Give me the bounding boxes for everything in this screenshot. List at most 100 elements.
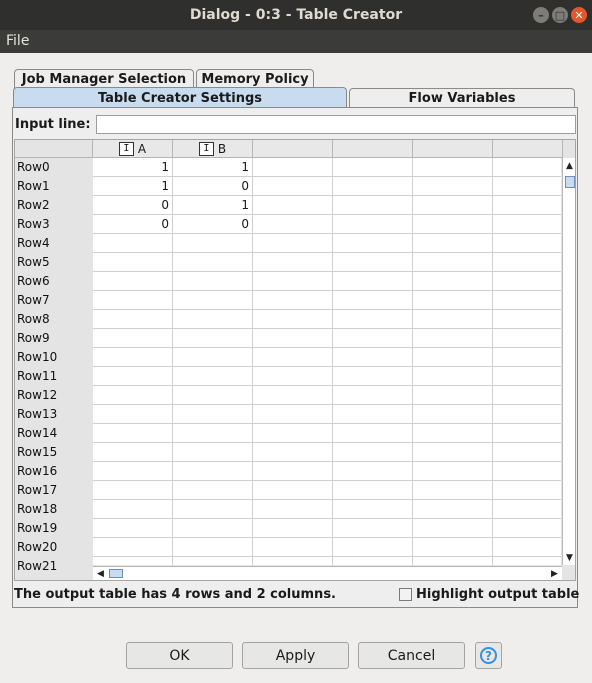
table-cell[interactable]	[413, 329, 493, 348]
row-header[interactable]: Row13	[15, 405, 93, 424]
table-cell[interactable]	[333, 291, 413, 310]
table-cell[interactable]	[93, 443, 173, 462]
table-cell[interactable]	[413, 557, 493, 565]
table-cell[interactable]	[173, 557, 253, 565]
table-cell[interactable]	[253, 196, 333, 215]
table-cell[interactable]	[93, 253, 173, 272]
table-cell[interactable]	[413, 424, 493, 443]
table-cell[interactable]	[333, 538, 413, 557]
table-cell[interactable]	[493, 253, 561, 272]
table-cell[interactable]	[93, 405, 173, 424]
table-cell[interactable]	[493, 215, 561, 234]
table-cell[interactable]	[413, 386, 493, 405]
table-cell[interactable]	[493, 462, 561, 481]
table-cell[interactable]	[413, 291, 493, 310]
table-cell[interactable]	[413, 367, 493, 386]
row-header[interactable]: Row16	[15, 462, 93, 481]
row-header[interactable]: Row12	[15, 386, 93, 405]
table-cell[interactable]	[413, 253, 493, 272]
table-cell[interactable]	[333, 424, 413, 443]
table-cell[interactable]	[413, 500, 493, 519]
table-cell[interactable]	[493, 557, 561, 565]
row-header[interactable]: Row19	[15, 519, 93, 538]
table-cell[interactable]	[93, 481, 173, 500]
table-cell[interactable]	[173, 462, 253, 481]
table-cell[interactable]	[93, 329, 173, 348]
column-header-empty[interactable]	[493, 140, 563, 158]
row-header[interactable]: Row20	[15, 538, 93, 557]
table-cell[interactable]	[493, 405, 561, 424]
table-cell[interactable]	[93, 291, 173, 310]
table-cell[interactable]	[93, 424, 173, 443]
table-cell[interactable]	[173, 481, 253, 500]
highlight-checkbox[interactable]	[399, 588, 412, 601]
table-cell[interactable]	[413, 310, 493, 329]
input-line-field[interactable]	[96, 115, 576, 134]
table-cell[interactable]	[93, 462, 173, 481]
table-cell[interactable]	[173, 272, 253, 291]
table-cell[interactable]	[253, 253, 333, 272]
table-cell[interactable]	[253, 272, 333, 291]
table-cell[interactable]	[173, 386, 253, 405]
column-header-empty[interactable]	[253, 140, 333, 158]
table-cell[interactable]: 0	[93, 196, 173, 215]
help-button[interactable]: ?	[475, 642, 502, 669]
table-cell[interactable]	[253, 367, 333, 386]
table-cell[interactable]	[413, 272, 493, 291]
table-cell[interactable]	[493, 177, 561, 196]
table-cell[interactable]	[93, 500, 173, 519]
table-cell[interactable]: 0	[93, 215, 173, 234]
table-cell[interactable]	[333, 500, 413, 519]
tab-flow-variables[interactable]: Flow Variables	[349, 88, 575, 108]
table-cell[interactable]	[413, 481, 493, 500]
table-cell[interactable]	[173, 538, 253, 557]
cancel-button[interactable]: Cancel	[358, 642, 465, 669]
table-cell[interactable]	[173, 367, 253, 386]
menu-file[interactable]: File	[6, 33, 29, 49]
row-header[interactable]: Row17	[15, 481, 93, 500]
table-cell[interactable]	[173, 291, 253, 310]
table-cell[interactable]	[173, 424, 253, 443]
table-cell[interactable]	[493, 519, 561, 538]
table-cell[interactable]	[333, 177, 413, 196]
row-header[interactable]: Row14	[15, 424, 93, 443]
row-header[interactable]: Row1	[15, 177, 93, 196]
table-cell[interactable]: 1	[93, 177, 173, 196]
table-cell[interactable]: 1	[173, 196, 253, 215]
row-header[interactable]: Row11	[15, 367, 93, 386]
table-cell[interactable]	[493, 329, 561, 348]
tab-table-creator-settings[interactable]: Table Creator Settings	[13, 87, 347, 108]
table-cell[interactable]	[333, 386, 413, 405]
close-icon[interactable]: ✕	[571, 7, 587, 23]
table-cell[interactable]	[413, 443, 493, 462]
table-cell[interactable]: 1	[93, 158, 173, 177]
table-cell[interactable]	[253, 557, 333, 565]
table-cell[interactable]	[253, 443, 333, 462]
table-cell[interactable]	[333, 519, 413, 538]
table-cell[interactable]	[253, 234, 333, 253]
table-cell[interactable]	[413, 234, 493, 253]
table-cell[interactable]	[333, 405, 413, 424]
row-header[interactable]: Row6	[15, 272, 93, 291]
column-header-empty[interactable]	[413, 140, 493, 158]
vertical-scrollbar[interactable]: ▲ ▼	[562, 158, 575, 565]
table-cell[interactable]	[93, 386, 173, 405]
table-cell[interactable]	[93, 519, 173, 538]
table-cell[interactable]	[333, 253, 413, 272]
table-cell[interactable]	[253, 500, 333, 519]
horizontal-scrollbar[interactable]: ◀ ▶	[93, 566, 562, 580]
maximize-icon[interactable]: □	[552, 7, 568, 23]
table-cell[interactable]	[413, 215, 493, 234]
table-cell[interactable]	[333, 329, 413, 348]
table-cell[interactable]	[253, 215, 333, 234]
row-header[interactable]: Row2	[15, 196, 93, 215]
table-cell[interactable]	[173, 310, 253, 329]
table-cell[interactable]	[493, 367, 561, 386]
table-cell[interactable]	[253, 177, 333, 196]
table-cell[interactable]	[253, 538, 333, 557]
table-cell[interactable]	[173, 348, 253, 367]
column-header-empty[interactable]	[333, 140, 413, 158]
table-cell[interactable]	[493, 481, 561, 500]
table-cell[interactable]	[413, 196, 493, 215]
row-header[interactable]: Row10	[15, 348, 93, 367]
